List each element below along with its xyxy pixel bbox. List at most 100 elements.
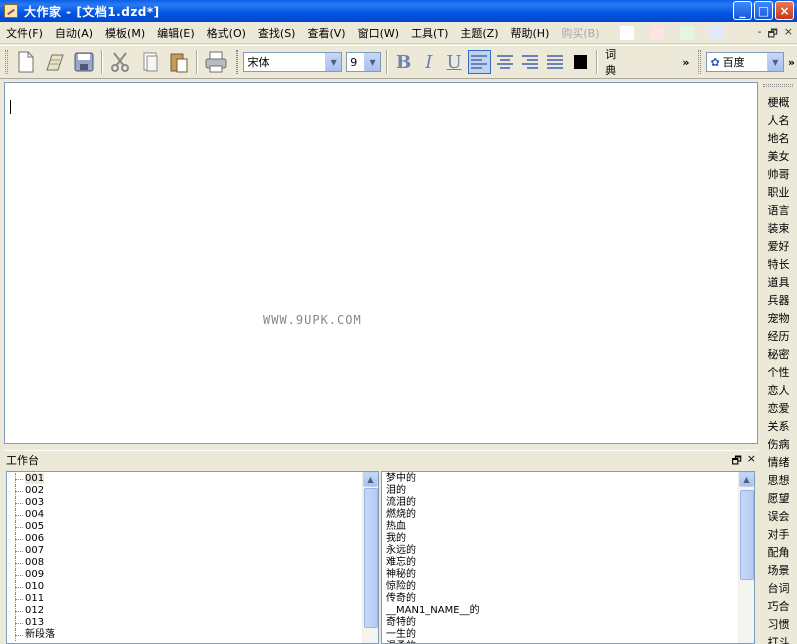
scroll-thumb[interactable] [740,490,754,580]
sidebar-grip[interactable] [763,84,793,87]
menu-view[interactable]: 查看(V) [301,25,351,41]
sidebar-item[interactable]: 梗概 [760,94,797,112]
word-list-item[interactable]: 神秘的 [382,569,754,581]
tree-node[interactable]: 005 [7,521,378,533]
word-list-item[interactable]: 我的 [382,533,754,545]
new-document-button[interactable] [12,48,39,76]
search-engine-select[interactable]: ✿ 百度 ▼ [706,52,784,72]
word-list-item[interactable]: 一生的 [382,629,754,641]
menu-theme[interactable]: 主题(Z) [454,25,504,41]
menu-help[interactable]: 帮助(H) [505,25,556,41]
word-list-item[interactable]: 奇特的 [382,617,754,629]
sidebar-item[interactable]: 习惯 [760,616,797,634]
workbench-float-button[interactable]: 🗗 [731,452,741,471]
tree-node[interactable]: 011 [7,593,378,605]
toolbar-overflow-button[interactable]: » [788,56,795,69]
word-list-item[interactable]: 泪的 [382,485,754,497]
tree-node[interactable]: 006 [7,533,378,545]
sidebar-item[interactable]: 场景 [760,562,797,580]
sidebar-item[interactable]: 巧合 [760,598,797,616]
workbench-close-button[interactable]: × [747,452,756,471]
tree-node[interactable]: 001 [7,473,378,485]
theme-swatch-green[interactable] [679,25,694,40]
open-button[interactable] [41,48,68,76]
document-editor[interactable]: WWW.9UPK.COM [4,82,758,444]
toolbar-grip[interactable] [5,50,8,74]
underline-button[interactable]: U [442,50,465,74]
theme-swatch-white[interactable] [619,25,634,40]
sidebar-item[interactable]: 帅哥 [760,166,797,184]
italic-button[interactable]: I [417,50,440,74]
tree-node[interactable]: 013 [7,617,378,629]
tree-node[interactable]: 008 [7,557,378,569]
sidebar-item[interactable]: 语言 [760,202,797,220]
sidebar-item[interactable]: 关系 [760,418,797,436]
toolbar-grip[interactable] [698,50,702,74]
tree-node[interactable]: 003 [7,497,378,509]
menu-edit[interactable]: 编辑(E) [151,25,201,41]
word-scrollbar[interactable]: ▲ [738,472,754,643]
align-left-button[interactable] [467,50,491,74]
word-list-item[interactable]: 永远的 [382,545,754,557]
sidebar-item[interactable]: 对手 [760,526,797,544]
menu-find[interactable]: 查找(S) [252,25,302,41]
word-list-item[interactable]: 流泪的 [382,497,754,509]
tree-node[interactable]: 002 [7,485,378,497]
bold-button[interactable]: B [392,50,415,74]
chevron-down-icon[interactable]: ▼ [364,53,381,71]
word-list-item[interactable]: 难忘的 [382,557,754,569]
sidebar-item[interactable]: 兵器 [760,292,797,310]
scroll-up-arrow[interactable]: ▲ [739,472,754,487]
tree-node[interactable]: 012 [7,605,378,617]
sidebar-item[interactable]: 打斗 [760,634,797,644]
title-bar[interactable]: 大作家 - [文档1.dzd*] _ □ × [0,0,797,22]
sidebar-item[interactable]: 愿望 [760,490,797,508]
align-right-button[interactable] [518,50,541,74]
word-list-item[interactable]: __MAN1_NAME__的 [382,605,754,617]
menu-template[interactable]: 模板(M) [99,25,151,41]
cut-button[interactable] [107,48,134,76]
word-list-item[interactable]: 梦中的 [382,473,754,485]
chevron-down-icon[interactable]: ▼ [325,53,342,71]
sidebar-item[interactable]: 人名 [760,112,797,130]
sidebar-item[interactable]: 恋爱 [760,400,797,418]
sidebar-item[interactable]: 装束 [760,220,797,238]
mdi-close-button[interactable]: × [784,25,793,44]
sidebar-item[interactable]: 思想 [760,472,797,490]
sidebar-item[interactable]: 误会 [760,508,797,526]
menu-file[interactable]: 文件(F) [0,25,49,41]
toolbar-grip[interactable] [235,50,239,74]
dictionary-label[interactable]: 词典 [605,46,626,78]
minimize-button[interactable]: _ [733,1,752,20]
app-icon[interactable] [4,4,18,18]
text-color-button[interactable] [573,55,588,69]
sidebar-item[interactable]: 美女 [760,148,797,166]
word-list-item[interactable]: 热血 [382,521,754,533]
copy-button[interactable] [136,48,163,76]
tree-node[interactable]: 新段落 [7,629,378,641]
close-button[interactable]: × [775,1,794,20]
sidebar-item[interactable]: 个性 [760,364,797,382]
theme-swatch-blue[interactable] [709,25,724,40]
theme-swatch-pink[interactable] [649,25,664,40]
sidebar-item[interactable]: 秘密 [760,346,797,364]
scroll-up-arrow[interactable]: ▲ [363,472,378,487]
font-name-select[interactable]: 宋体 ▼ [243,52,343,72]
align-center-button[interactable] [493,50,516,74]
menu-tools[interactable]: 工具(T) [405,25,454,41]
sidebar-item[interactable]: 道具 [760,274,797,292]
tree-node[interactable]: 007 [7,545,378,557]
print-button[interactable] [202,48,229,76]
sidebar-item[interactable]: 恋人 [760,382,797,400]
mdi-minimize-button[interactable]: - [757,25,761,44]
sidebar-item[interactable]: 职业 [760,184,797,202]
tree-node[interactable]: 009 [7,569,378,581]
sidebar-item[interactable]: 配角 [760,544,797,562]
save-button[interactable] [70,48,97,76]
menu-window[interactable]: 窗口(W) [352,25,405,41]
tree-scrollbar[interactable]: ▲ [362,472,378,643]
chevron-down-icon[interactable]: ▼ [766,53,783,71]
justify-button[interactable] [543,50,566,74]
font-size-select[interactable]: 9 ▼ [346,52,382,72]
mdi-restore-button[interactable]: 🗗 [767,25,777,44]
